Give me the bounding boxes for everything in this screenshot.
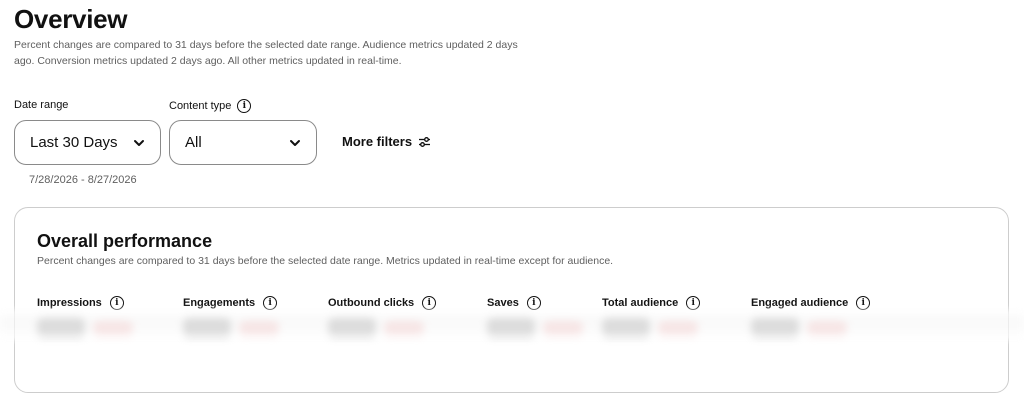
metric-label: Impressions (37, 297, 102, 309)
card-title: Overall performance (37, 231, 213, 251)
info-icon[interactable]: i (422, 296, 437, 310)
metric-label: Engagements (183, 297, 256, 309)
date-range-span: 7/28/2026 - 8/27/2026 (29, 174, 137, 186)
info-icon[interactable]: i (109, 296, 124, 310)
metric-label: Engaged audience (751, 297, 849, 309)
metric-value-redacted (328, 318, 436, 340)
metric-value-redacted (751, 318, 870, 340)
date-range-label: Date range (14, 99, 68, 111)
page-subtitle: Percent changes are compared to 31 days … (14, 39, 518, 67)
date-range-dropdown[interactable]: Last 30 Days (14, 120, 161, 165)
metric-value-redacted (487, 318, 583, 340)
date-range-label-text: Date range (14, 99, 69, 111)
more-filters-button[interactable]: More filters (342, 134, 431, 149)
card-subtitle: Percent changes are compared to 31 days … (37, 255, 614, 267)
chevron-down-icon (134, 139, 144, 146)
sliders-icon (419, 136, 431, 147)
chevron-down-icon (290, 139, 300, 146)
metric-engagements[interactable]: Engagements i (183, 296, 279, 340)
metric-outbound-clicks[interactable]: Outbound clicks i (328, 296, 437, 340)
more-filters-label: More filters (342, 134, 413, 149)
content-type-value: All (185, 134, 202, 151)
page-title: Overview (14, 4, 128, 34)
metric-value-redacted (183, 318, 279, 340)
metric-label: Total audience (602, 297, 679, 309)
info-icon[interactable]: i (526, 296, 541, 310)
metric-impressions[interactable]: Impressions i (37, 296, 133, 340)
overall-performance-card: Overall performance Percent changes are … (14, 207, 1009, 393)
info-icon[interactable]: i (686, 296, 701, 310)
content-type-label: Content type i (169, 99, 252, 113)
info-icon[interactable]: i (263, 296, 278, 310)
metric-saves[interactable]: Saves i (487, 296, 583, 340)
metric-value-redacted (602, 318, 700, 340)
info-icon[interactable]: i (237, 99, 252, 113)
content-type-label-text: Content type (169, 100, 232, 112)
date-range-value: Last 30 Days (30, 134, 118, 151)
info-icon[interactable]: i (856, 296, 871, 310)
metric-value-redacted (37, 318, 133, 340)
metric-label: Saves (487, 297, 519, 309)
metric-engaged-audience[interactable]: Engaged audience i (751, 296, 871, 340)
content-type-dropdown[interactable]: All (169, 120, 317, 165)
metric-total-audience[interactable]: Total audience i (602, 296, 701, 340)
metric-label: Outbound clicks (328, 297, 415, 309)
